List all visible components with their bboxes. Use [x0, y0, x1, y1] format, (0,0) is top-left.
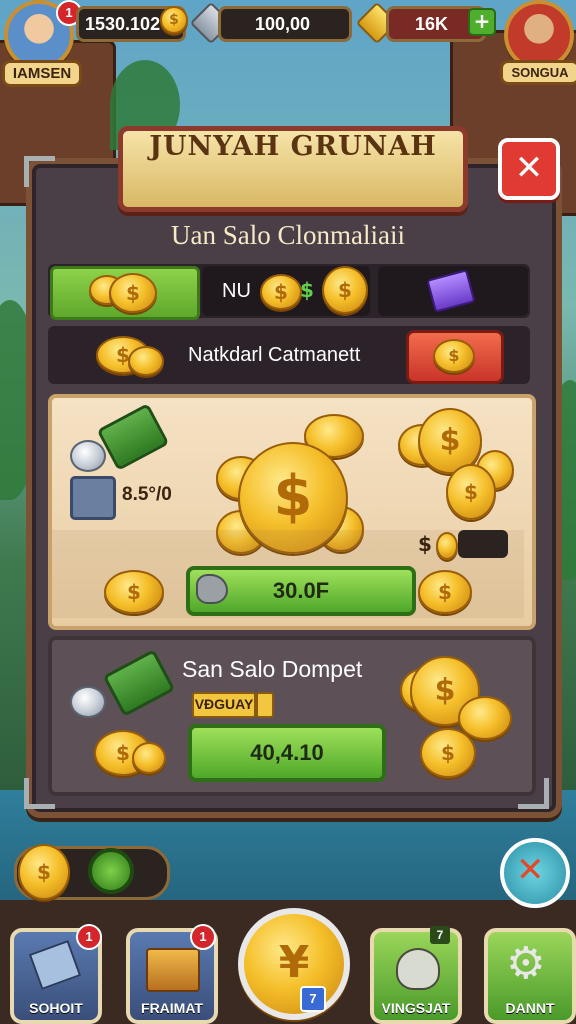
silver-value: 100,00 [255, 14, 311, 34]
silver-coin-icon [70, 440, 106, 472]
skull-icon [396, 948, 440, 990]
dollar-icon: $ [300, 278, 314, 302]
coin-offer-button[interactable]: $ [406, 330, 504, 384]
wrench-hammer-icon: ✕ [516, 850, 545, 890]
dialog-subtitle: Uan Salo Clonmaliaii [171, 220, 405, 250]
panel-corner [24, 156, 55, 187]
coins-tab[interactable]: $ [50, 266, 200, 320]
close-icon: ✕ [514, 148, 544, 188]
pack-amount: 8.5°/0 [122, 484, 172, 505]
center-coin-button[interactable]: ¥ [238, 908, 350, 1020]
safe-icon [70, 476, 116, 520]
dock-settings-button[interactable]: ⚙ DANNT [484, 928, 576, 1024]
wallet-pack-tag-extra [256, 692, 274, 718]
coin-stack-icon [132, 742, 166, 774]
tools-button[interactable]: ✕ [500, 838, 570, 908]
gear-icon: ⚙ [506, 938, 546, 989]
coin-icon: $ [446, 464, 496, 520]
coins-value: 1530.102 [85, 14, 161, 34]
add-currency-button[interactable] [88, 848, 134, 894]
purple-gem-icon [426, 269, 476, 313]
coin-stack-icon: $ [109, 273, 157, 313]
notification-badge: 1 [76, 924, 102, 950]
notification-badge: 7 [430, 926, 450, 944]
player-name-left: IAMSEN [2, 60, 82, 87]
buy-wallet-pack-button[interactable]: 40,4.10 [188, 724, 386, 782]
coin-icon: $ [433, 339, 475, 373]
coin-stack-icon [128, 346, 164, 376]
coin-icon: $ [322, 266, 368, 314]
close-button[interactable]: ✕ [498, 138, 560, 200]
price-tag-symbol: $ [418, 532, 432, 556]
dock-label: FRAIMAT [141, 1000, 203, 1016]
ore-icon [196, 574, 228, 604]
coins-offer-tab[interactable]: NU $ $ $ [202, 266, 370, 316]
buy-price-label: 30.0F [272, 578, 330, 603]
dock-label: SOHOIT [29, 1000, 83, 1016]
coin-icon [436, 532, 458, 560]
gems-tab[interactable] [378, 266, 528, 316]
silver-resource-bar[interactable]: 100,00 [218, 6, 352, 42]
dialog-title: JUNYAH GRUNAH [118, 126, 468, 212]
gold-value: 16K [415, 14, 449, 34]
coin-icon: $ [418, 570, 472, 614]
tab-label: NU [222, 280, 251, 302]
price-tag [458, 530, 508, 558]
buy-price-label: 40,4.10 [250, 740, 324, 765]
dock-label: VINGSJAT [381, 1000, 451, 1016]
wallet-pack-tag: VÐGUAY [192, 692, 256, 718]
player-name-right: SONGUA [500, 60, 576, 85]
coin-stack-icon: $ [260, 274, 302, 310]
add-gold-button[interactable]: + [468, 8, 496, 36]
offer-label: Natkdarl Catmanett [188, 344, 361, 366]
map-icon [28, 939, 82, 991]
coin-icon: $ [104, 570, 164, 614]
coin-icon: $ [160, 6, 188, 34]
dock-label: DANNT [505, 1000, 555, 1016]
chest-icon [146, 948, 200, 992]
wallet-pack-title: San Salo Dompet [182, 656, 363, 682]
yen-glyph: ¥ [278, 937, 310, 988]
notification-badge: 1 [190, 924, 216, 950]
level-badge: 7 [300, 986, 326, 1012]
silver-coin-icon [70, 686, 106, 718]
coin-icon: $ [18, 844, 70, 900]
coin-icon: $ [420, 728, 476, 778]
